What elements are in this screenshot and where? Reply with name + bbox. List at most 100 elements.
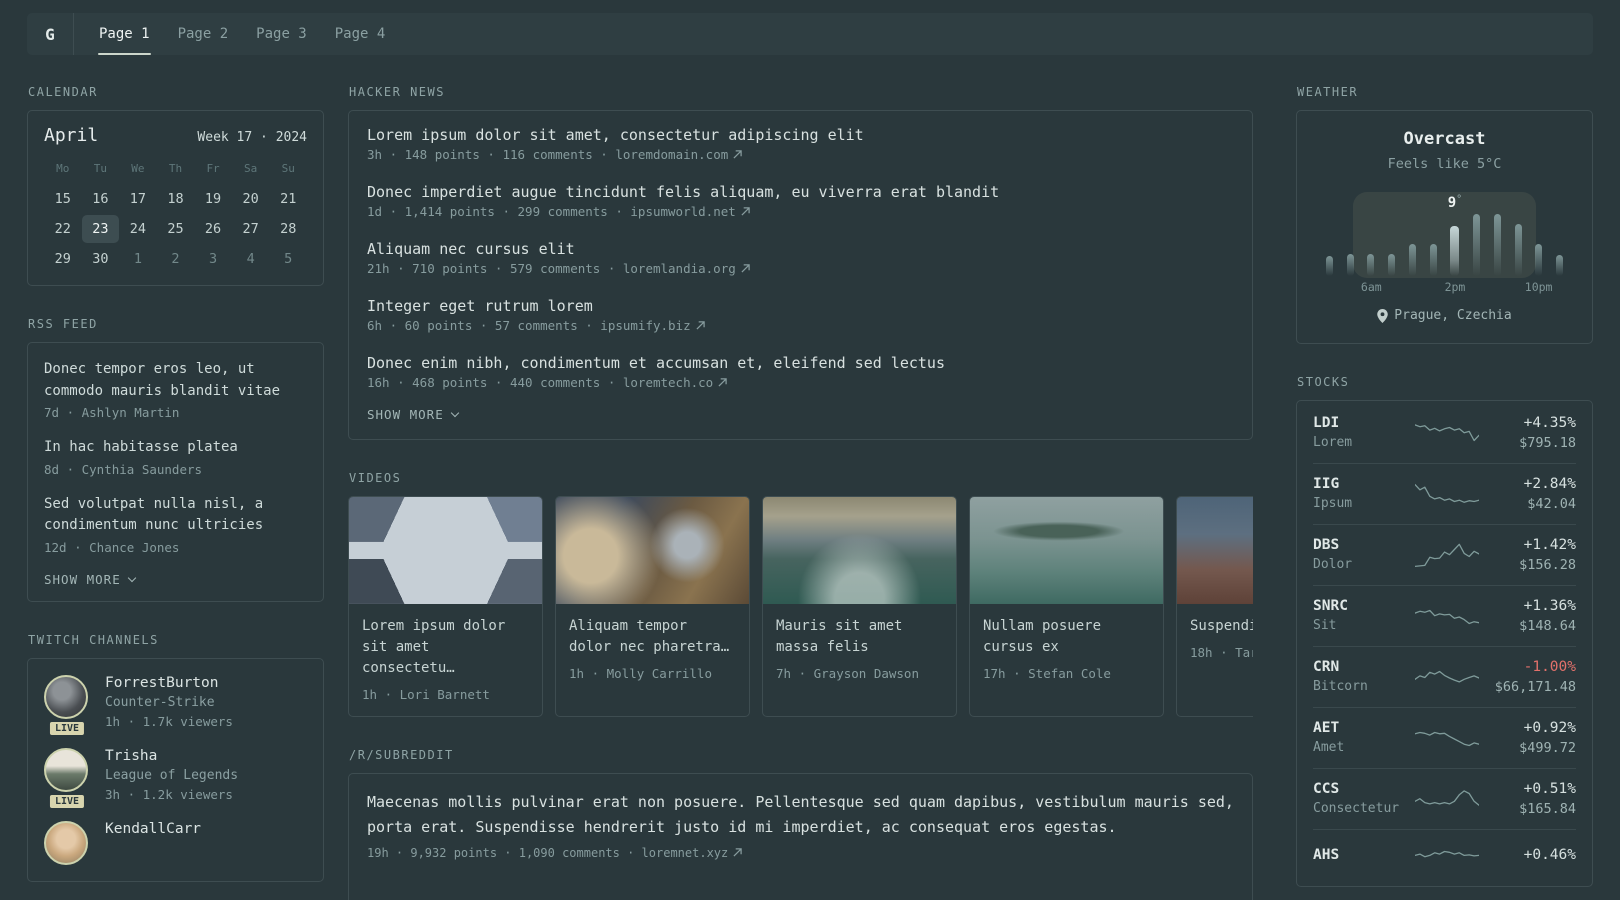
rss-headline[interactable]: In hac habitasse platea [44,437,307,459]
stock-sparkline [1415,483,1479,503]
hacker-news-section: HACKER NEWS Lorem ipsum dolor sit amet, … [348,85,1253,440]
calendar-grid: Mo Tu We Th Fr Sa Su 15 16 17 18 19 20 21 22 23 24 25 26 27… [44,158,307,273]
rss-item: Sed volutpat nulla nisl, a condimentum n… [44,494,307,555]
show-more-button[interactable]: SHOW MORE [367,407,1234,422]
video-title[interactable]: Mauris sit amet massa felis [776,616,943,658]
news-domain-link[interactable]: ipsumify.biz [600,318,705,333]
video-card[interactable]: Mauris sit amet massa felis 7h · Grayson… [762,496,957,717]
show-more-label: SHOW MORE [44,571,121,587]
videos-section: VIDEOS Lorem ipsum dolor sit amet consec… [348,471,1253,717]
twitch-channel[interactable]: KendallCarr [44,820,307,865]
channel-name[interactable]: KendallCarr [105,821,201,837]
calendar-day: 5 [284,251,293,267]
video-thumbnail[interactable] [1177,497,1253,604]
stock-row[interactable]: CRN Bitcorn -1.00% $66,171.48 [1313,645,1576,707]
video-thumbnail[interactable] [763,497,956,604]
show-more-button[interactable]: SHOW MORE [44,572,307,587]
stock-row[interactable]: SNRC Sit +1.36% $148.64 [1313,584,1576,646]
stock-ticker: LDI [1313,415,1340,431]
tab-page-1[interactable]: Page 1 [85,13,164,55]
news-domain-link[interactable]: ipsumworld.net [630,204,750,219]
calendar-weekday: Th [168,162,183,175]
external-link-icon [741,207,750,216]
video-title[interactable]: Suspendisse diam [1190,616,1253,637]
calendar-weekday: Sa [244,162,258,175]
video-thumbnail[interactable] [349,497,542,604]
news-meta-text: 1d · 1,414 points · 299 comments · [367,204,631,219]
weather-bar [1535,244,1543,276]
rss-section: RSS FEED Donec tempor eros leo, ut commo… [27,317,324,602]
stock-ticker: AET [1313,720,1340,736]
video-thumbnail[interactable] [970,497,1163,604]
post-meta-text: 19h · 9,932 points · 1,090 comments · [367,846,642,860]
twitch-channel[interactable]: LIVE ForrestBurton Counter-Strike 1h · 1… [44,674,307,737]
stock-price: $499.72 [1519,739,1576,756]
video-thumbnail[interactable] [556,497,749,604]
rss-headline[interactable]: Sed volutpat nulla nisl, a condimentum n… [44,494,307,537]
calendar-section: CALENDAR April Week 17 · 2024 Mo Tu We Th Fr… [27,85,324,286]
stocks-section-title: STOCKS [1297,374,1350,389]
news-headline[interactable]: Lorem ipsum dolor sit amet, consectetur … [367,126,1234,144]
news-item: Integer eget rutrum lorem 6h · 60 points… [367,297,1234,333]
news-domain-link[interactable]: loremdomain.com [615,147,742,162]
channel-name[interactable]: ForrestBurton [105,675,233,691]
news-headline[interactable]: Integer eget rutrum lorem [367,297,1234,315]
video-card[interactable]: Suspendisse diam 18h · Tara [1176,496,1253,717]
video-card[interactable]: Aliquam tempor dolor nec pharetra… 1h · … [555,496,750,717]
news-headline[interactable]: Donec imperdiet augue tincidunt felis al… [367,183,1234,201]
chevron-down-icon [127,573,136,582]
stock-row[interactable]: LDI Lorem +4.35% $795.18 [1313,403,1576,463]
video-card[interactable]: Nullam posuere cursus ex 17h · Stefan Co… [969,496,1164,717]
tab-page-4[interactable]: Page 4 [321,13,400,55]
weather-bar [1408,244,1416,276]
stock-price: $165.84 [1519,800,1576,817]
show-more-label: SHOW MORE [367,407,444,422]
stock-row[interactable]: DBS Dolor +1.42% $156.28 [1313,523,1576,585]
rss-headline[interactable]: Donec tempor eros leo, ut commodo mauris… [44,359,307,402]
video-title[interactable]: Aliquam tempor dolor nec pharetra… [569,616,736,658]
twitch-section-title: TWITCH CHANNELS [28,632,159,647]
news-meta-text: 6h · 60 points · 57 comments · [367,318,601,333]
external-link-icon [733,150,742,159]
hacker-news-section-title: HACKER NEWS [349,85,445,99]
tab-page-3[interactable]: Page 3 [242,13,321,55]
video-title[interactable]: Lorem ipsum dolor sit amet consectetu… [362,616,529,679]
news-meta-text: 16h · 468 points · 440 comments · [367,375,623,390]
news-domain-link[interactable]: loremtech.co [623,375,727,390]
stock-name: Consectetur [1313,801,1400,816]
post-domain-link[interactable]: loremnet.xyz [642,846,743,860]
channel-meta: 1h · 1.7k viewers [105,713,233,729]
stock-row[interactable]: IIG Ipsum +2.84% $42.04 [1313,462,1576,524]
stock-sparkline [1415,850,1479,857]
stock-sparkline [1415,609,1479,624]
stock-row[interactable]: AHS +0.46% [1313,828,1576,884]
rss-item: In hac habitasse platea 8d · Cynthia Sau… [44,437,307,477]
chevron-down-icon [450,408,459,418]
post-headline[interactable]: Maecenas mollis pulvinar erat non posuer… [367,790,1234,840]
video-meta: 17h · Stefan Cole [983,666,1111,681]
weather-hour-label: 2pm [1444,280,1466,294]
calendar-day: 28 [280,221,297,237]
rss-meta: 8d · Cynthia Saunders [44,461,203,477]
stock-row[interactable]: CCS Consectetur +0.51% $165.84 [1313,767,1576,829]
stock-price: $795.18 [1519,434,1576,451]
weather-bar [1514,224,1522,276]
stock-change: +1.36% [1523,597,1576,614]
calendar-month: April [44,125,99,146]
hacker-news-widget: Lorem ipsum dolor sit amet, consectetur … [348,110,1253,440]
news-domain-link[interactable]: loremlandia.org [623,261,750,276]
news-headline[interactable]: Donec enim nibh, condimentum et accumsan… [367,354,1234,372]
channel-name[interactable]: Trisha [105,748,238,764]
rss-section-title: RSS FEED [28,317,98,331]
weather-section: WEATHER Overcast Feels like 5°C 9° 6am 2p… [1296,85,1593,344]
video-row: Lorem ipsum dolor sit amet consectetu… 1… [348,496,1253,717]
stock-ticker: IIG [1313,476,1340,492]
stock-row[interactable]: AET Amet +0.92% $499.72 [1313,706,1576,768]
tab-page-2[interactable]: Page 2 [164,13,243,55]
news-headline[interactable]: Aliquam nec cursus elit [367,240,1234,258]
twitch-channel[interactable]: LIVE Trisha League of Legends 3h · 1.2k … [44,747,307,810]
news-meta: 16h · 468 points · 440 comments · loremt… [367,375,1234,390]
stock-change: +2.84% [1523,475,1576,492]
video-title[interactable]: Nullam posuere cursus ex [983,616,1150,658]
video-card[interactable]: Lorem ipsum dolor sit amet consectetu… 1… [348,496,543,717]
